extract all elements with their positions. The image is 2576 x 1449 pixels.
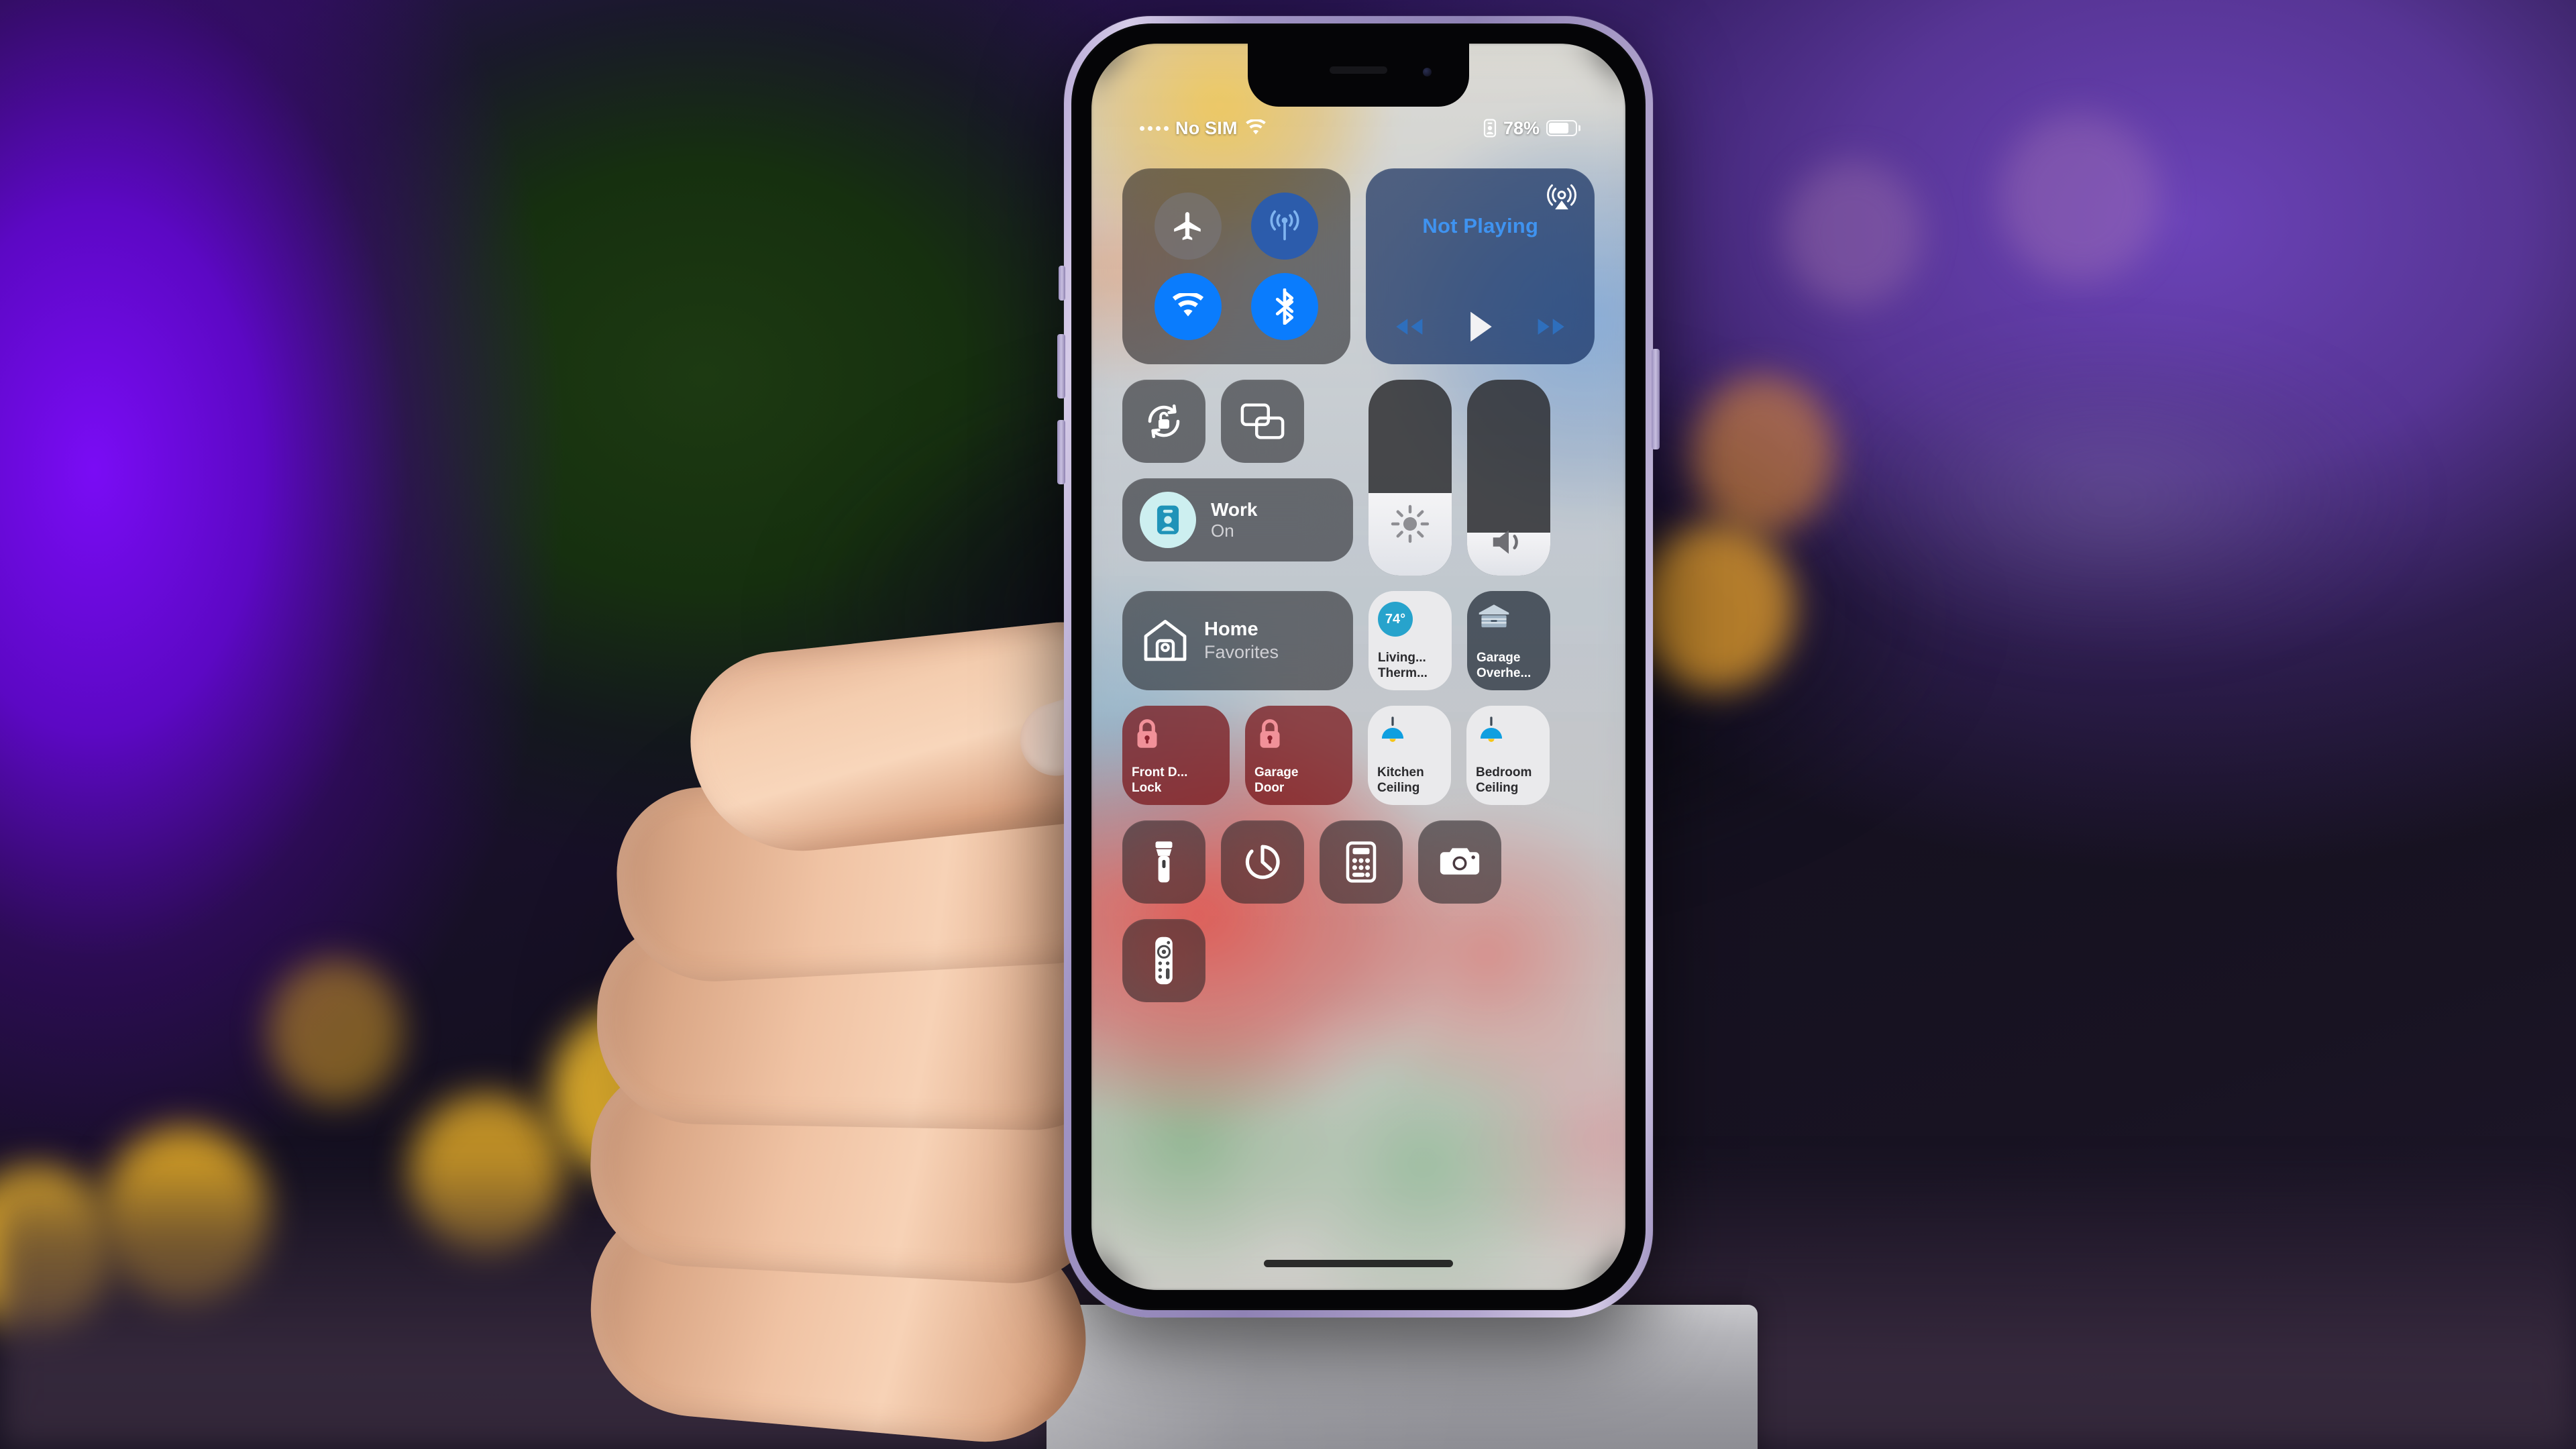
id-badge-icon (1140, 492, 1196, 548)
focus-mode-tile[interactable]: Work On (1122, 478, 1353, 561)
lock-icon (1132, 716, 1163, 751)
home-subtitle-label: Favorites (1204, 642, 1279, 663)
accessory-line1: Bedroom (1476, 765, 1532, 780)
calculator-button[interactable] (1320, 820, 1403, 904)
apple-tv-remote-button[interactable] (1122, 919, 1205, 1002)
volume-icon (1467, 525, 1550, 559)
home-tile[interactable]: Home Favorites (1122, 591, 1353, 690)
volume-up-button[interactable] (1057, 334, 1065, 398)
wifi-icon (1244, 119, 1267, 137)
status-bar: No SIM 78% (1091, 115, 1625, 142)
cc-row-middle: Work On (1122, 380, 1595, 576)
wifi-icon (1171, 293, 1205, 320)
bokeh-light (1784, 161, 1922, 305)
volume-slider[interactable] (1467, 380, 1550, 576)
play-icon[interactable] (1465, 309, 1496, 344)
bluetooth-icon (1271, 288, 1298, 325)
accessory-living-room-thermostat[interactable]: 74° Living... Therm... (1368, 591, 1452, 690)
accessory-garage-overhead-door[interactable]: Garage Overhe... (1467, 591, 1550, 690)
control-center: Not Playing Work On Home Favorites 74° L… (1122, 168, 1595, 1002)
volume-down-button[interactable] (1057, 420, 1065, 484)
airplay-icon[interactable] (1546, 182, 1577, 213)
earpiece-speaker (1330, 66, 1387, 74)
accessory-line2: Overhe... (1477, 665, 1532, 680)
iphone: No SIM 78% Not Playing Work On Home Favo… (1064, 16, 1653, 1318)
now-playing-title: Not Playing (1422, 214, 1539, 237)
camera-icon (1438, 844, 1482, 880)
cc-row-accessories: Front D... Lock Garage Door Kitchen Ceil… (1122, 706, 1595, 805)
timer-icon (1241, 841, 1284, 883)
bokeh-light (1690, 376, 1835, 533)
cc-row-remote (1122, 919, 1595, 1002)
brightness-icon (1368, 503, 1452, 545)
power-button[interactable] (1652, 349, 1660, 449)
phone-bezel: No SIM 78% Not Playing Work On Home Favo… (1071, 23, 1646, 1310)
home-title-label: Home (1204, 619, 1258, 641)
notch (1248, 44, 1469, 107)
cellular-data-toggle[interactable] (1251, 193, 1319, 260)
cellular-icon (1267, 208, 1303, 244)
flashlight-icon (1146, 839, 1182, 885)
remote-icon (1150, 935, 1177, 986)
airplane-icon (1171, 209, 1205, 243)
now-playing-widget[interactable]: Not Playing (1366, 168, 1595, 364)
lock-icon (1254, 716, 1285, 751)
bokeh-light (1999, 114, 2160, 282)
accessory-line2: Door (1254, 780, 1285, 795)
rewind-icon[interactable] (1391, 315, 1426, 338)
connectivity-cluster[interactable] (1122, 168, 1351, 364)
ringer-switch[interactable] (1059, 266, 1065, 301)
accessory-line1: Garage (1477, 651, 1521, 665)
background-monitor-glow (1711, 288, 2516, 704)
accessory-garage-door-lock[interactable]: Garage Door (1245, 706, 1352, 805)
flashlight-button[interactable] (1122, 820, 1205, 904)
wifi-toggle[interactable] (1155, 273, 1222, 340)
media-transport-controls (1386, 309, 1574, 344)
focus-badge-icon (1483, 119, 1497, 138)
accessory-line2: Lock (1132, 780, 1162, 795)
rotation-lock-icon (1141, 398, 1187, 444)
accessory-line2: Ceiling (1476, 780, 1519, 795)
carrier-label: No SIM (1175, 117, 1238, 138)
screen-mirroring-toggle[interactable] (1221, 380, 1304, 463)
airplane-mode-toggle[interactable] (1155, 193, 1222, 260)
bokeh-light (268, 959, 402, 1104)
accessory-bedroom-ceiling-light[interactable]: Bedroom Ceiling (1466, 706, 1550, 805)
cc-row-utilities (1122, 820, 1595, 904)
rotation-lock-toggle[interactable] (1122, 380, 1205, 463)
bluetooth-toggle[interactable] (1251, 273, 1319, 340)
accessory-line2: Therm... (1378, 665, 1428, 680)
accessory-kitchen-ceiling-light[interactable]: Kitchen Ceiling (1368, 706, 1451, 805)
accessory-line1: Kitchen (1377, 765, 1424, 780)
pendant-lamp-icon (1476, 716, 1507, 750)
signal-dots-icon (1140, 125, 1169, 131)
cc-row-top: Not Playing (1122, 168, 1595, 364)
cc-row-home: Home Favorites 74° Living... Therm... Ga… (1122, 591, 1595, 690)
focus-state-label: On (1211, 521, 1234, 541)
battery-percent-label: 78% (1503, 117, 1540, 138)
fast-forward-icon[interactable] (1534, 315, 1569, 338)
garage-door-icon (1477, 602, 1511, 630)
thermostat-icon: 74° (1378, 602, 1413, 637)
accessory-line1: Living... (1378, 651, 1426, 665)
home-icon (1141, 617, 1189, 664)
calculator-icon (1344, 841, 1378, 883)
camera-button[interactable] (1418, 820, 1501, 904)
screen-mirroring-icon (1239, 401, 1286, 441)
bokeh-light (1637, 523, 1794, 691)
brightness-slider[interactable] (1368, 380, 1452, 576)
accessory-line2: Ceiling (1377, 780, 1420, 795)
accessory-front-door-lock[interactable]: Front D... Lock (1122, 706, 1230, 805)
focus-name-label: Work (1211, 499, 1258, 521)
home-indicator (1264, 1260, 1453, 1267)
front-camera (1423, 68, 1432, 76)
phone-screen: No SIM 78% Not Playing Work On Home Favo… (1091, 44, 1625, 1290)
timer-button[interactable] (1221, 820, 1304, 904)
battery-icon (1546, 120, 1577, 136)
accessory-line1: Garage (1254, 765, 1299, 780)
accessory-line1: Front D... (1132, 765, 1188, 780)
pendant-lamp-icon (1377, 716, 1408, 750)
